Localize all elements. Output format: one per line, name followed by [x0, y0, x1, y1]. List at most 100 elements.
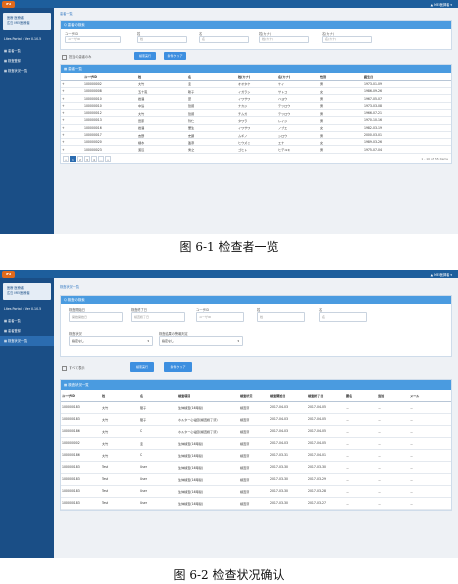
first-name-input[interactable]: 名 — [199, 36, 249, 43]
exam-end-input[interactable]: 検査終了日 — [131, 312, 185, 322]
clear-button[interactable]: 条件クリア — [164, 362, 192, 372]
last-name-kana-input[interactable]: 姓(カナ) — [259, 36, 309, 43]
table-cell: 1975-07-04 — [363, 145, 451, 154]
figure-caption-2: 图 6-2 检查状况确认 — [173, 568, 285, 582]
search-button[interactable]: 検索実行 — [130, 362, 154, 372]
table-cell: 岩澤 — [137, 124, 187, 132]
table-row[interactable]: 100000183 Test User 生体検査(14時間) 検査済 2017-03-30… — [61, 497, 451, 510]
sidebar-item-exam-status[interactable]: ▦ 検査状況一覧 — [0, 336, 54, 346]
first-name-kana-input[interactable]: 名(カナ) — [322, 36, 372, 43]
table-cell: + — [61, 109, 83, 118]
table-row[interactable]: 100000002 大竹圭生体検査(14時間) 検査済 2017-04-03 2017-… — [61, 437, 451, 450]
table-row[interactable]: 100000183 Test User 生体検査(14時間) 検査済 2017-03-30… — [61, 485, 451, 498]
column-header[interactable]: 姓 — [137, 73, 187, 81]
page-3-button[interactable]: 3 — [84, 155, 90, 162]
column-header[interactable]: ユーザID — [83, 73, 137, 81]
table-cell: + — [61, 116, 83, 125]
version-label: Lites Portal : Ver 0.10.5 — [4, 37, 42, 41]
my-patients-checkbox[interactable]: 担当の患者のみ — [62, 54, 91, 60]
table-row[interactable]: +100000012 大竹 哲郎 チムガ テツロウ男 1966-07-21 — [61, 109, 451, 118]
table-cell: 生体検査(14時間) — [177, 485, 239, 498]
show-all-checkbox[interactable]: すべて表示 — [62, 365, 85, 371]
column-header[interactable]: 性別 — [319, 73, 363, 81]
table-cell: 哲郎 — [187, 109, 237, 118]
page-4-button[interactable]: 4 — [91, 155, 97, 162]
last-name-input[interactable]: 姓 — [137, 36, 187, 43]
table-row[interactable]: 100000183 大竹 陸子 生体検査(14時間) 検査済 2017-04-03 2017… — [61, 401, 451, 414]
table-cell: 中島 — [137, 102, 187, 111]
sidebar-item-patient-list[interactable]: ▦ 患者一覧 — [0, 316, 54, 326]
column-header[interactable]: 姓(カナ) — [237, 73, 277, 81]
table-row[interactable]: +100000020 樋水 盈奈 ヒウズミ エナ女 1989-03-26 — [61, 138, 451, 147]
column-header[interactable]: 検査開始日 — [269, 390, 307, 402]
breadcrumb[interactable]: 患者一覧 — [60, 10, 452, 18]
table-row[interactable]: +100000013 田原 玲仁 タワラ レイジ男 1970-10-16 — [61, 116, 451, 125]
table-row[interactable]: 100000183 Test User 生体検査(14時間) 検査済 2017-03-30… — [61, 461, 451, 474]
table-cell: + — [61, 102, 83, 111]
page-ellipsis: … — [98, 155, 104, 162]
column-header[interactable]: 検査状況 — [239, 390, 269, 402]
page-1-button[interactable]: 1 — [70, 155, 76, 162]
column-header[interactable]: 検査終了日 — [307, 390, 345, 402]
clear-button[interactable]: 条件クリア — [164, 52, 186, 60]
column-header[interactable]: 名 — [139, 390, 177, 402]
table-row[interactable]: +100000008 五十嵐 聡子 イガラシ サトコ女 1986-09-26 — [61, 87, 451, 96]
table-row[interactable]: 100000186 大竹 C ホルター心電図(検査終了済) 検査済 2017-04-03 2… — [61, 425, 451, 438]
table-row[interactable]: +100000016 岩澤 華生 イワサワ ノブエ女 1982-03-19 — [61, 124, 451, 132]
column-header[interactable]: 名(カナ) — [277, 73, 319, 81]
table-row[interactable]: +100000017 吉野 史朗 ムギノ シロウ男 2000-03-01 — [61, 131, 451, 140]
first-name-input[interactable]: 名 — [319, 312, 367, 322]
alert-judgment-select[interactable]: 指定なし ▾ — [159, 336, 243, 346]
table-cell: 100000183 — [61, 485, 101, 498]
table-row[interactable]: +100000010 中島 哲郎 ナカジ テツロウ男 1973-03-08 — [61, 102, 451, 111]
table-row[interactable]: +100000010 岩澤葉イワサワ ハヨウ男 1967-05-07 — [61, 94, 451, 103]
column-header[interactable]: 誕生日 — [363, 73, 451, 81]
user-menu[interactable]: ▲ MEI医師者 ▾ — [431, 2, 452, 7]
column-header[interactable]: ユーザID — [61, 390, 101, 402]
sidebar-item-exam-status[interactable]: ▦ 検査状況一覧 — [0, 66, 54, 76]
table-cell: 100000002 — [61, 437, 101, 450]
column-header[interactable]: 検査項目 — [177, 390, 239, 402]
table-cell: 2017-04-05 — [307, 425, 345, 438]
page-prev-button[interactable]: « — [63, 155, 69, 162]
column-header[interactable] — [61, 73, 83, 81]
table-header-row: ユーザID 姓名検査項目 検査状況 検査開始日 検査終了日 腰名 追加 メール — [61, 390, 451, 402]
table-row[interactable]: 100000183 Test User 生体検査(14時間) 検査済 2017-03-30… — [61, 473, 451, 486]
app-logo[interactable]: iFd — [2, 271, 15, 278]
table-cell: 2017-04-03 — [269, 425, 307, 438]
app-logo[interactable]: iFd — [2, 1, 15, 8]
breadcrumb[interactable]: 検査状況一覧 — [60, 282, 452, 293]
search-button[interactable]: 検索実行 — [134, 52, 156, 60]
user-id-input[interactable]: ユーザID — [196, 312, 244, 322]
page-next-button[interactable]: » — [105, 155, 111, 162]
patient-list-panel: ▦ 患者一覧 ユーザID 姓名姓(カナ) 名(カナ) 性別 誕生日 +100000002… — [60, 64, 452, 164]
column-header[interactable]: 名 — [187, 73, 237, 81]
exam-status-select[interactable]: 指定なし ▾ — [69, 336, 153, 346]
table-row[interactable]: +100000002 大竹圭オオタケ ケイ男 1973-01-09 — [61, 80, 451, 89]
table-cell: サトコ — [277, 87, 319, 96]
table-cell: － — [345, 473, 377, 486]
column-header[interactable]: メール — [409, 390, 451, 402]
table-cell: 生体検査(14時間) — [177, 461, 239, 474]
table-cell: － — [377, 461, 409, 474]
page-2-button[interactable]: 2 — [77, 155, 83, 162]
table-row[interactable]: 100000183 大竹 陸子 ホルター心電図(検査終了済) 検査済 2017-04-03… — [61, 413, 451, 426]
exam-start-input[interactable]: 開始開始日 — [69, 312, 123, 322]
table-cell: － — [409, 485, 451, 498]
column-header[interactable]: 腰名 — [345, 390, 377, 402]
table-cell: 検査済 — [239, 413, 269, 426]
table-cell: － — [409, 449, 451, 462]
table-cell: 生体検査(14時間) — [177, 497, 239, 510]
table-cell: 玲仁 — [187, 116, 237, 125]
last-name-input[interactable]: 姓 — [257, 312, 305, 322]
user-id-input[interactable]: ユーザID — [65, 36, 121, 43]
table-row[interactable]: 100000186 大竹 C 生体検査(14時間) 検査済 2017-03-31 2017-… — [61, 449, 451, 462]
sidebar-item-patient-list[interactable]: ▦ 患者一覧 — [0, 46, 54, 56]
column-header[interactable]: 姓 — [101, 390, 139, 402]
sidebar-item-exam-register[interactable]: ▦ 検査登録 — [0, 56, 54, 66]
column-header[interactable]: 追加 — [377, 390, 409, 402]
sidebar-item-patient-register[interactable]: ▦ 患者登録 — [0, 326, 54, 336]
table-cell: 樋水 — [137, 138, 187, 147]
user-menu[interactable]: ▲ MEI医師者 ▾ — [431, 272, 452, 277]
table-row[interactable]: +100000023 渡辺 秀之 ゴヒト ヒデユキ男 1975-07-04 — [61, 145, 451, 154]
